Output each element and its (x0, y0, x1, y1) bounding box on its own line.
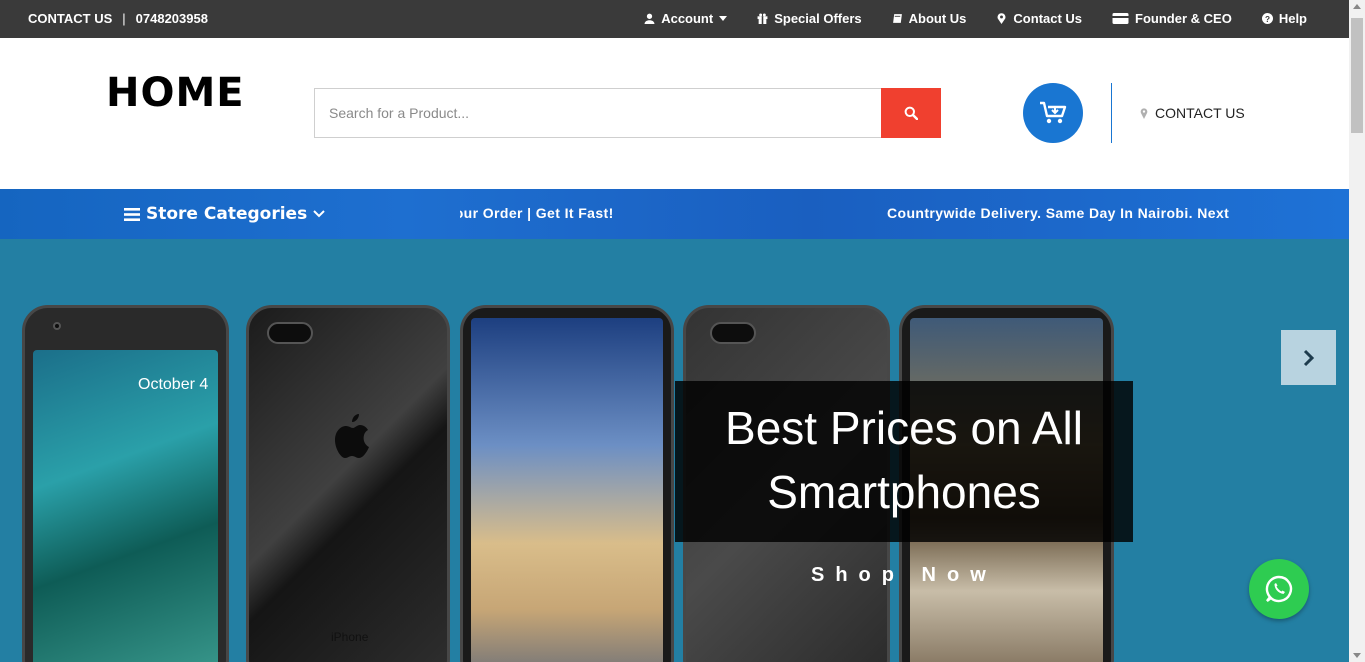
slider-next-button[interactable] (1281, 330, 1336, 385)
top-bar: CONTACT US | 0748203958 Account Special … (0, 0, 1349, 38)
search-input[interactable] (314, 88, 882, 138)
category-strip: Store Categories Your Order | Get It Fas… (0, 189, 1349, 239)
top-separator: | (122, 11, 126, 26)
cart-button[interactable] (1023, 83, 1083, 143)
user-icon (644, 13, 655, 24)
header-contact-label: CONTACT US (1155, 105, 1245, 121)
cart-icon (1040, 101, 1067, 124)
search-icon (904, 106, 918, 120)
chevron-right-icon (1303, 349, 1314, 366)
book-icon (892, 14, 902, 23)
phone-screen (471, 318, 663, 662)
nav-account-label: Account (661, 11, 714, 26)
map-marker-icon (1140, 107, 1148, 119)
header: HOME CONTACT US (0, 38, 1349, 189)
phone-camera (710, 322, 756, 344)
phone-screen: October 4 (33, 350, 218, 662)
site-logo[interactable]: HOME (106, 70, 245, 116)
question-circle-icon: ? (1261, 13, 1273, 24)
search-button[interactable] (881, 88, 941, 138)
chevron-down-icon (313, 210, 325, 218)
caret-down-icon (719, 16, 728, 21)
apple-logo-icon (334, 413, 372, 469)
marquee-text-2: Countrywide Delivery. Same Day In Nairob… (887, 205, 1230, 221)
hero-slider: October 4 iPhone Best Prices on All Smar… (0, 239, 1349, 662)
top-contact-label[interactable]: CONTACT US (28, 11, 112, 26)
nav-help[interactable]: ? Help (1261, 11, 1307, 26)
nav-about-us[interactable]: About Us (892, 11, 967, 26)
header-contact[interactable]: CONTACT US (1140, 105, 1245, 121)
nav-contact-us[interactable]: Contact Us (996, 11, 1082, 26)
svg-text:?: ? (1265, 15, 1270, 24)
top-contact: CONTACT US | 0748203958 (28, 11, 208, 26)
map-marker-icon (997, 13, 1006, 24)
announcement-marquee: Your Order | Get It Fast! Countrywide De… (460, 205, 1232, 225)
whatsapp-icon (1265, 575, 1293, 603)
store-categories-toggle[interactable]: Store Categories (124, 204, 325, 224)
scroll-up-arrow[interactable] (1353, 4, 1361, 9)
nav-contact-us-label: Contact Us (1013, 11, 1083, 26)
nav-help-label: Help (1278, 11, 1307, 26)
scroll-down-arrow[interactable] (1353, 653, 1361, 658)
bars-icon (124, 207, 140, 221)
nav-special-offers-label: Special Offers (774, 11, 862, 26)
header-divider (1111, 83, 1112, 143)
phone-date: October 4 (138, 376, 209, 393)
phone-brand: iPhone (331, 630, 369, 644)
top-phone[interactable]: 0748203958 (136, 11, 208, 26)
whatsapp-button[interactable] (1249, 559, 1309, 619)
phone-camera (53, 322, 61, 330)
phone-image: iPhone (246, 305, 450, 662)
shop-now-button[interactable]: Shop Now (811, 564, 997, 587)
top-nav: Account Special Offers About Us Contact … (644, 11, 1307, 26)
scroll-thumb[interactable] (1351, 18, 1363, 133)
hero-caption: Best Prices on All Smartphones (675, 381, 1133, 542)
nav-founder-ceo-label: Founder & CEO (1135, 11, 1232, 26)
nav-founder-ceo[interactable]: Founder & CEO (1112, 11, 1232, 26)
phone-camera (267, 322, 313, 344)
nav-account[interactable]: Account (644, 11, 728, 26)
gift-icon (757, 13, 768, 24)
nav-special-offers[interactable]: Special Offers (757, 11, 862, 26)
phone-image (460, 305, 674, 662)
vertical-scrollbar[interactable] (1349, 0, 1365, 662)
store-categories-label: Store Categories (146, 204, 308, 224)
marquee-text-1: Your Order | Get It Fast! (460, 205, 614, 221)
phone-image: October 4 (22, 305, 229, 662)
credit-card-icon (1112, 13, 1129, 24)
nav-about-us-label: About Us (908, 11, 967, 26)
